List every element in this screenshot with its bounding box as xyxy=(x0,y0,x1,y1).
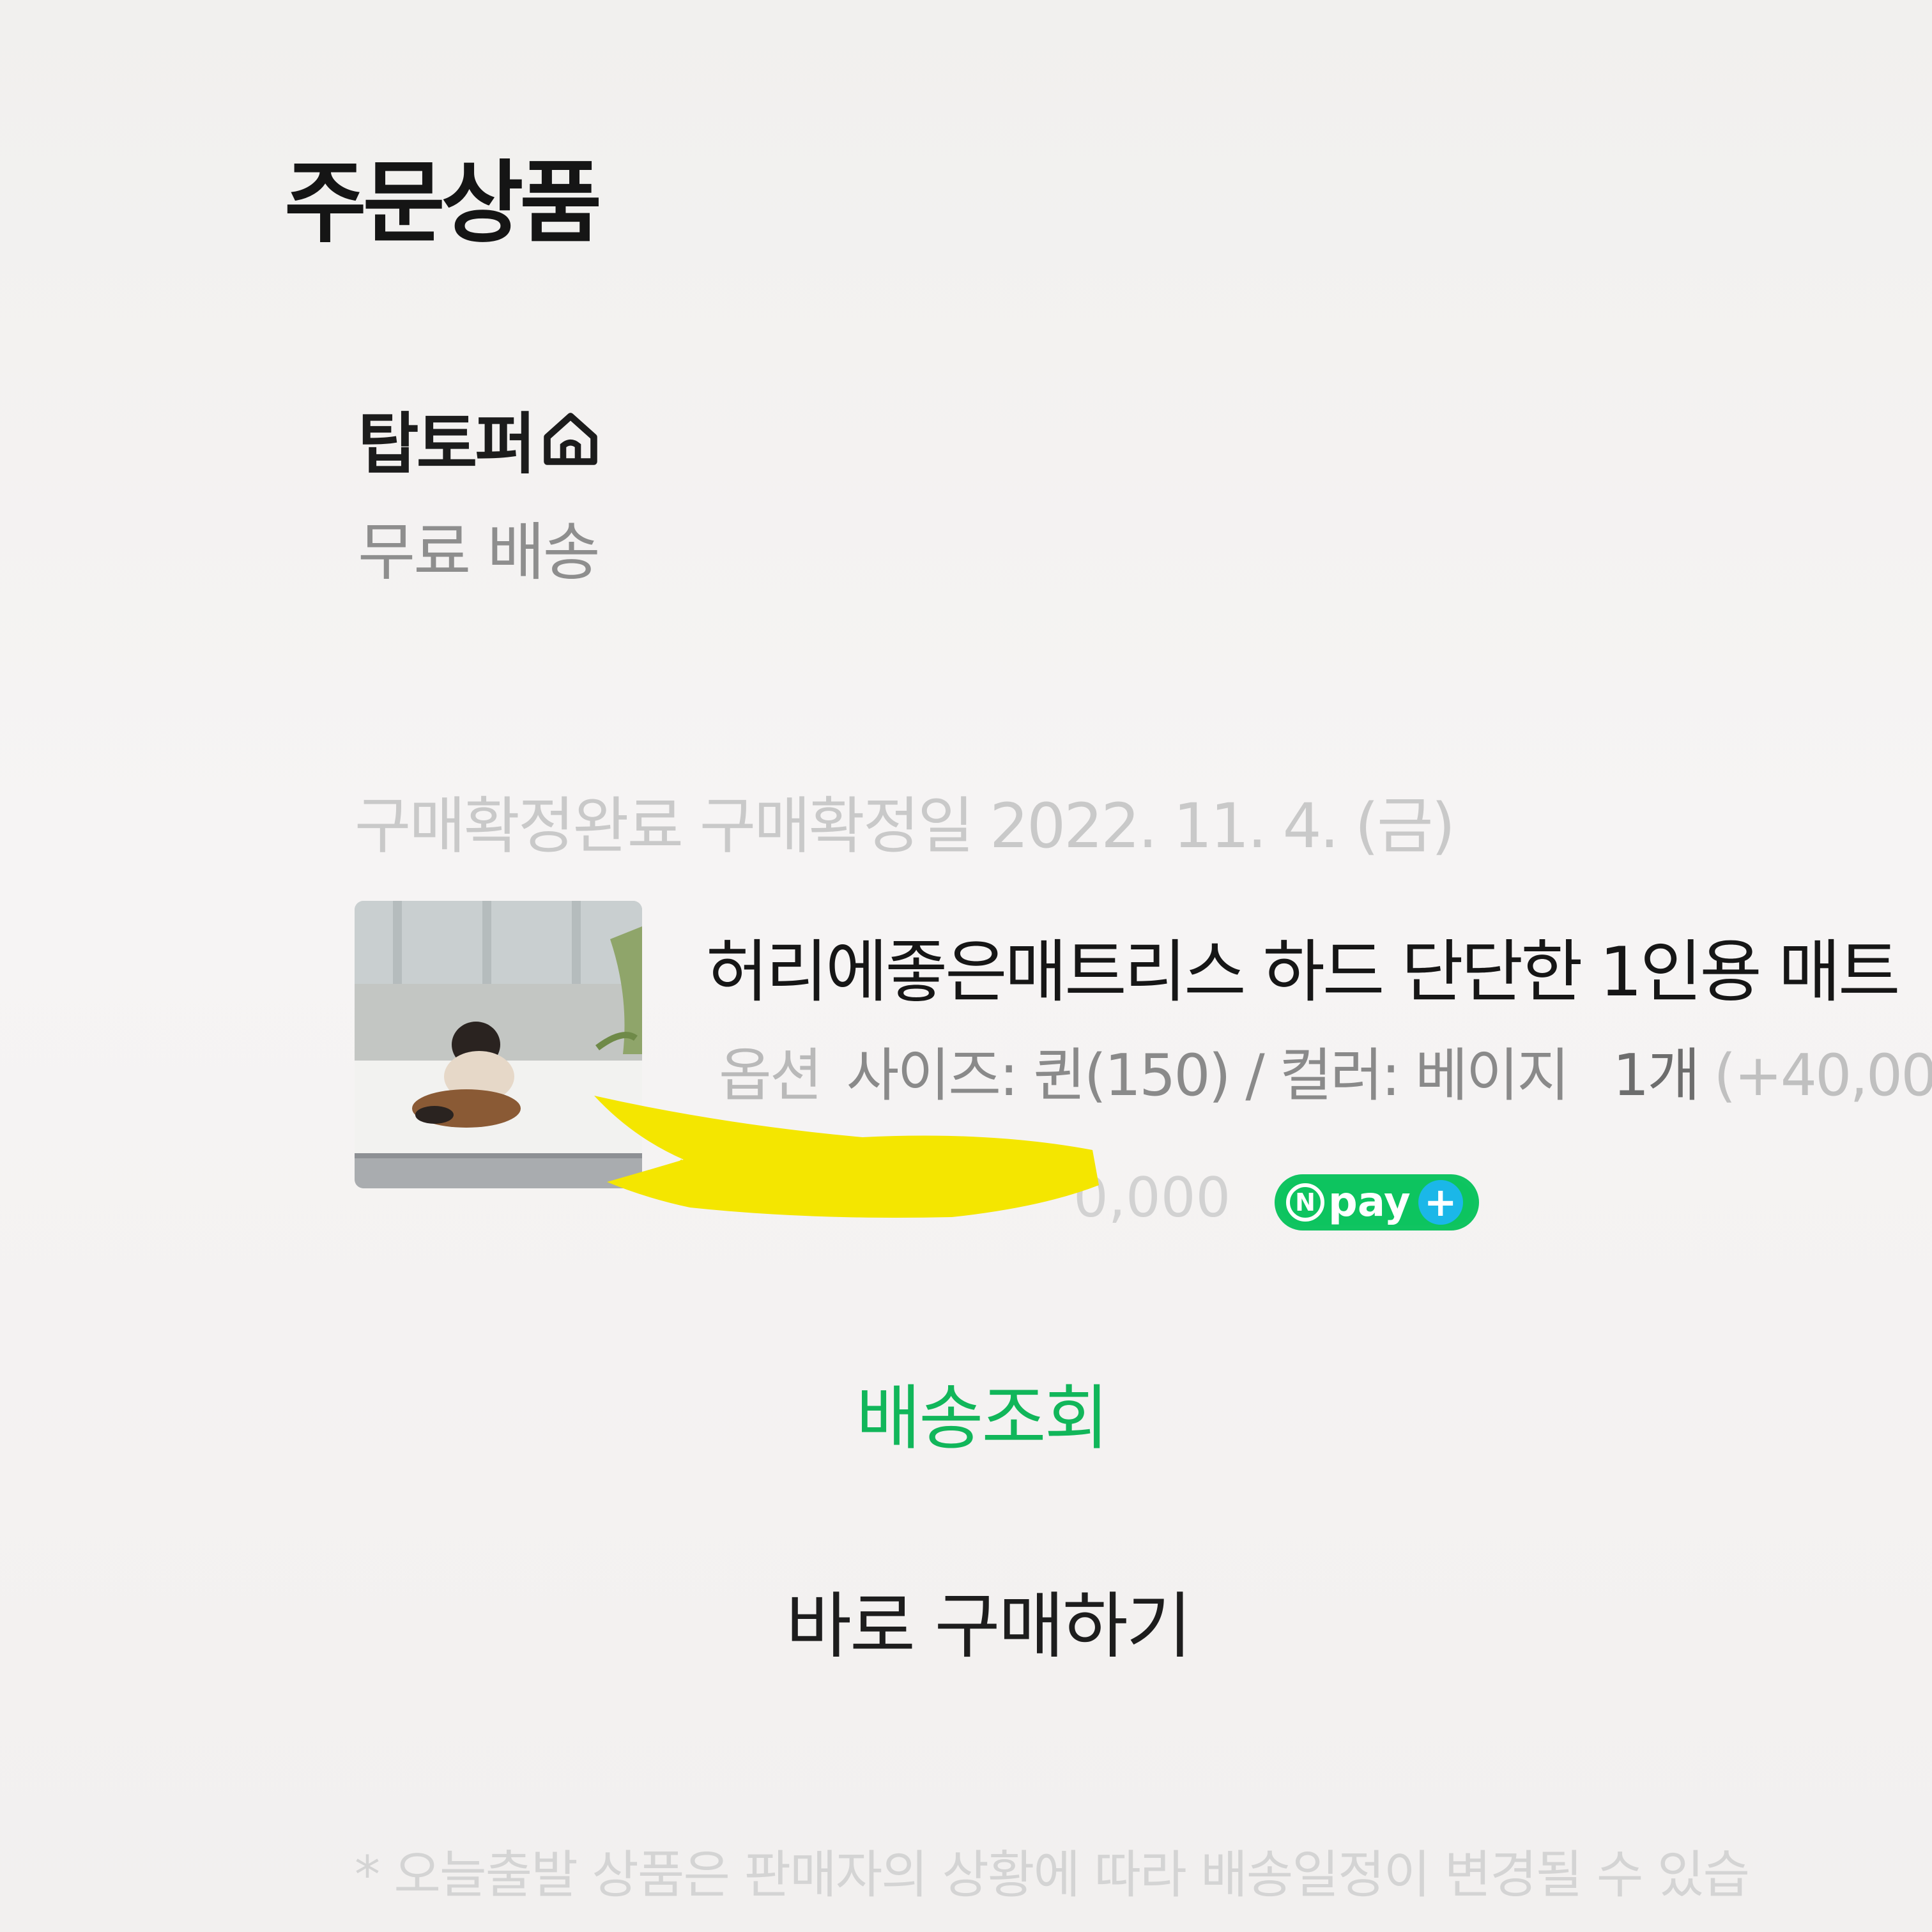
footnote: * 오늘출발 상품은 판매자의 상황에 따라 배송일정이 변경될 수 있습 xyxy=(355,1845,1750,1905)
seller-header[interactable]: 탑토퍼 xyxy=(358,390,601,486)
product-option-line: 옵션 사이즈: 퀸(150) / 컬러: 베이지 1개 (+40,00 xyxy=(719,1029,1932,1112)
npay-n-icon: N xyxy=(1286,1183,1324,1222)
product-name[interactable]: 허리에좋은매트리스 하드 단단한 1인용 매트 xyxy=(706,917,1901,1015)
product-price: 0,000 xyxy=(1073,1166,1231,1230)
product-thumbnail[interactable] xyxy=(355,901,642,1188)
section-title: 주문상품 xyxy=(284,151,602,256)
plus-icon: + xyxy=(1418,1180,1463,1225)
track-delivery-button[interactable]: 배송조회 xyxy=(856,1361,1109,1463)
order-page: 주문상품 탑토퍼 무료 배송 구매확정완료 구매확정일 2022. 11. 4. … xyxy=(0,0,1932,1932)
store-icon[interactable] xyxy=(540,408,601,469)
option-extra-price: (+40,00 xyxy=(1713,1042,1932,1109)
order-status-line: 구매확정완료 구매확정일 2022. 11. 4. (금) xyxy=(355,776,1471,865)
npay-plus-badge: N pay + xyxy=(1275,1174,1479,1230)
order-status: 구매확정완료 xyxy=(355,790,684,862)
option-value: 사이즈: 퀸(150) / 컬러: 베이지 xyxy=(846,1042,1570,1109)
buy-again-button[interactable]: 바로 구매하기 xyxy=(786,1568,1192,1672)
confirm-date: 구매확정일 2022. 11. 4. (금) xyxy=(699,790,1455,862)
shipping-info: 무료 배송 xyxy=(358,516,601,589)
option-label: 옵션 xyxy=(719,1042,823,1109)
npay-label: pay xyxy=(1328,1179,1411,1226)
option-quantity: 1개 xyxy=(1613,1042,1700,1109)
seller-name[interactable]: 탑토퍼 xyxy=(358,390,536,486)
